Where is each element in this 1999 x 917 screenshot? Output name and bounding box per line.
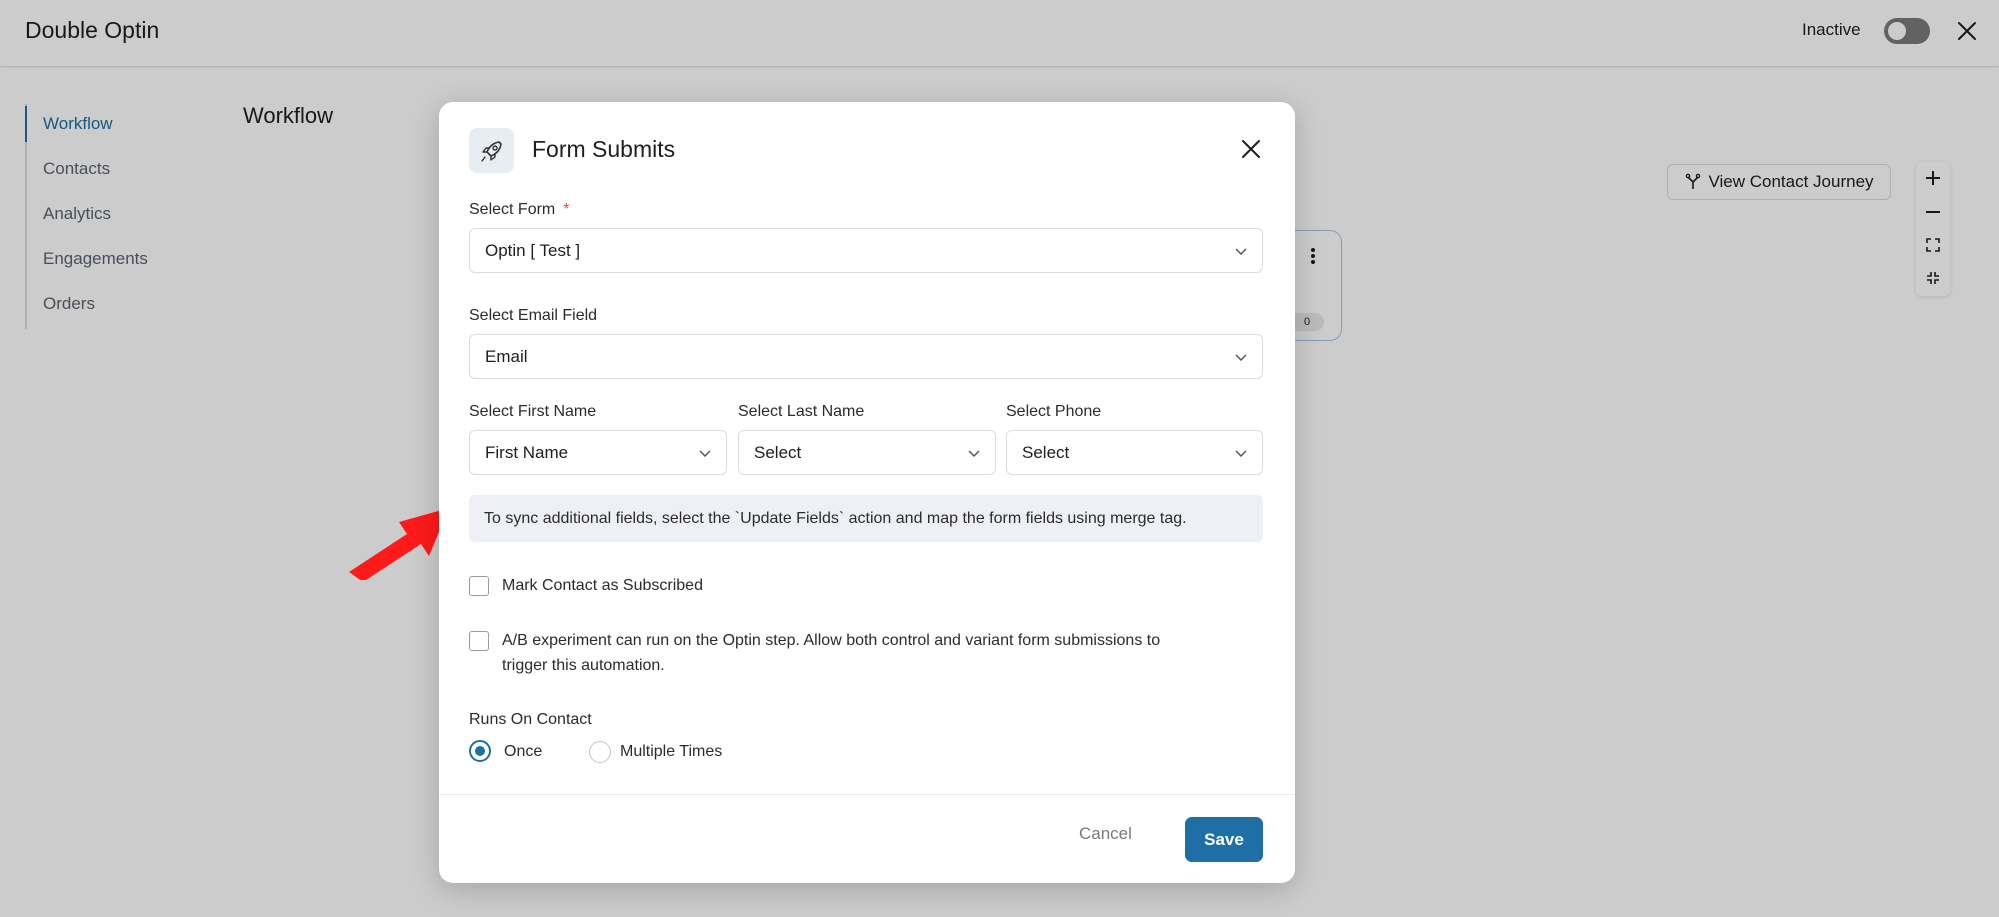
info-notice: To sync additional fields, select the `U… bbox=[469, 495, 1263, 542]
radio-multiple-times-label: Multiple Times bbox=[620, 743, 723, 760]
chevron-down-icon bbox=[699, 450, 711, 458]
radio-once-label: Once bbox=[504, 743, 543, 760]
select-email-value: Email bbox=[485, 347, 528, 366]
select-form-dropdown[interactable]: Optin [ Test ] bbox=[469, 228, 1263, 273]
cancel-button[interactable]: Cancel bbox=[1079, 824, 1132, 844]
modal-footer bbox=[439, 794, 1295, 884]
chevron-down-icon bbox=[968, 450, 980, 458]
select-phone-label: Select Phone bbox=[1006, 403, 1102, 420]
modal-title: Form Submits bbox=[532, 136, 676, 162]
ab-experiment-label-line1: A/B experiment can run on the Optin step… bbox=[502, 632, 1161, 649]
save-button[interactable]: Save bbox=[1185, 817, 1263, 862]
select-email-dropdown[interactable]: Email bbox=[469, 334, 1263, 379]
ab-experiment-label: A/B experiment can run on the Optin step… bbox=[502, 628, 1160, 678]
select-phone-dropdown[interactable]: Select bbox=[1006, 430, 1263, 475]
modal-icon-tile bbox=[469, 128, 514, 173]
radio-multiple-times[interactable] bbox=[589, 741, 611, 763]
radio-once[interactable] bbox=[469, 740, 491, 762]
ab-experiment-checkbox[interactable] bbox=[469, 631, 489, 651]
select-first-name-value: First Name bbox=[485, 443, 569, 462]
chevron-down-icon bbox=[1235, 248, 1247, 256]
chevron-down-icon bbox=[1235, 354, 1247, 362]
select-form-label: Select Form * bbox=[469, 201, 569, 219]
ab-experiment-label-line2: trigger this automation. bbox=[502, 657, 665, 674]
select-first-name-label: Select First Name bbox=[469, 403, 597, 420]
close-dialog-icon[interactable] bbox=[1240, 138, 1262, 160]
select-last-name-label: Select Last Name bbox=[738, 403, 865, 420]
select-form-value: Optin [ Test ] bbox=[485, 241, 581, 260]
required-marker: * bbox=[563, 201, 570, 218]
select-first-name-dropdown[interactable]: First Name bbox=[469, 430, 727, 475]
select-form-label-text: Select Form bbox=[469, 201, 556, 218]
select-last-name-value: Select bbox=[754, 443, 802, 462]
select-phone-value: Select bbox=[1022, 443, 1070, 462]
form-submits-dialog: Form Submits Select Form * Optin [ Test ]… bbox=[439, 102, 1295, 883]
chevron-down-icon bbox=[1235, 450, 1247, 458]
rocket-icon bbox=[480, 140, 502, 162]
mark-subscribed-label: Mark Contact as Subscribed bbox=[502, 577, 703, 594]
runs-on-contact-label: Runs On Contact bbox=[469, 711, 592, 728]
mark-subscribed-checkbox[interactable] bbox=[469, 576, 489, 596]
select-email-label: Select Email Field bbox=[469, 307, 598, 324]
select-last-name-dropdown[interactable]: Select bbox=[738, 430, 996, 475]
